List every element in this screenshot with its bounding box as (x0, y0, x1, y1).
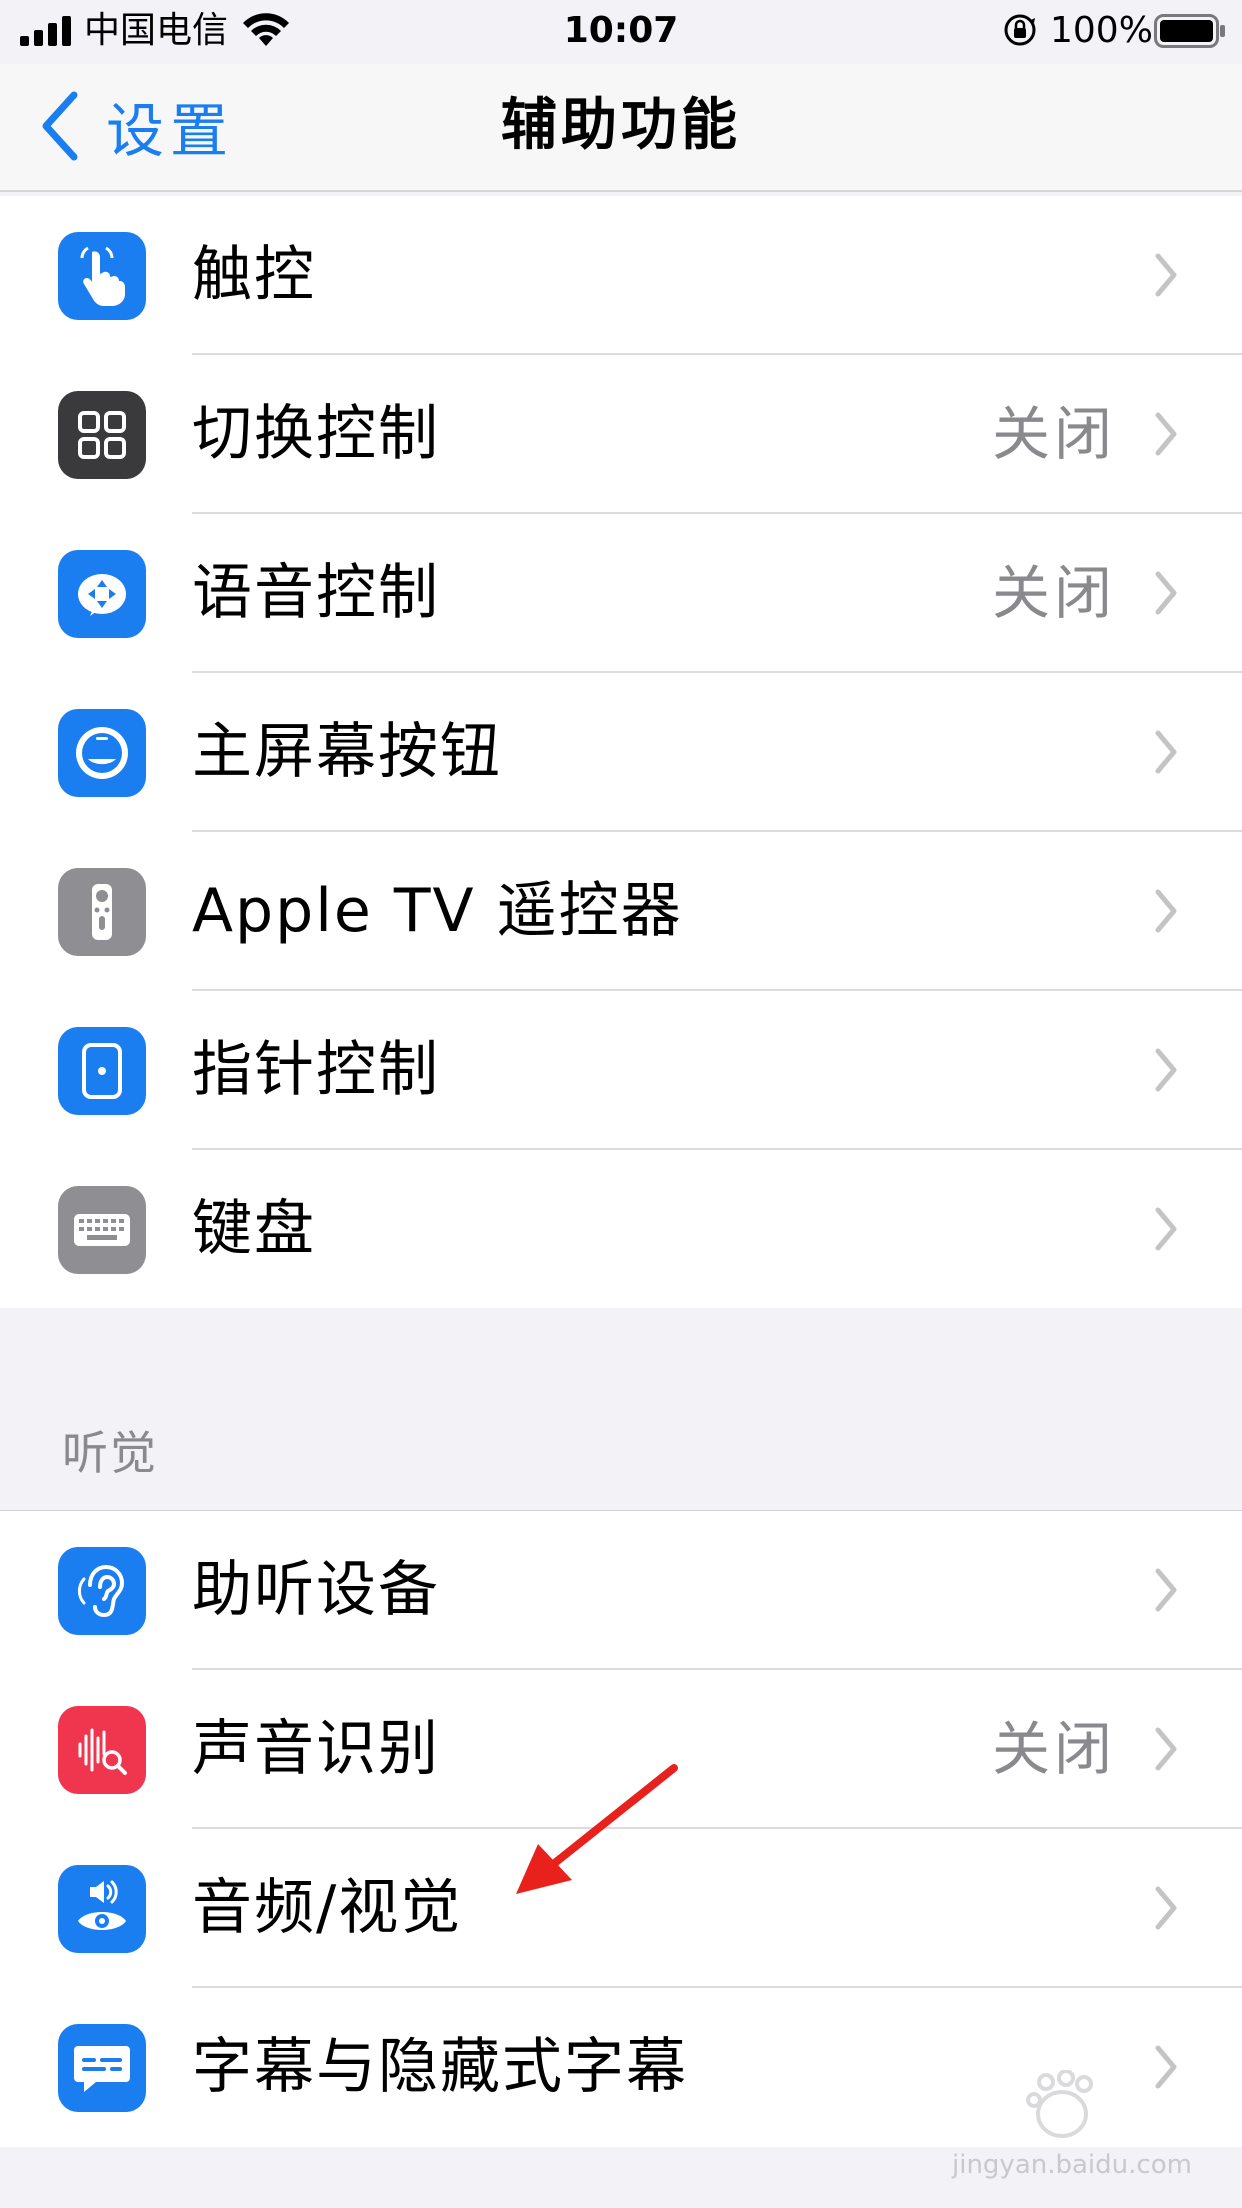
list-item-home-button[interactable]: 主屏幕按钮 (0, 673, 1242, 832)
list-item-label: 触控 (192, 240, 316, 310)
chevron-right-icon (1155, 730, 1177, 774)
section-header-hearing: 听觉 (62, 1426, 158, 1480)
list-item-hearing-devices[interactable]: 助听设备 (0, 1511, 1242, 1670)
list-item-label: Apple TV 遥控器 (192, 876, 683, 946)
keyboard-icon (58, 1186, 146, 1274)
remote-icon (58, 868, 146, 956)
list-item-label: 主屏幕按钮 (192, 717, 502, 787)
list-item-label: 指针控制 (192, 1035, 440, 1105)
list-item-voice-control[interactable]: 语音控制 关闭 (0, 514, 1242, 673)
list-item-apple-tv-remote[interactable]: Apple TV 遥控器 (0, 832, 1242, 991)
home-button-icon (58, 709, 146, 797)
audio-visual-icon (58, 1865, 146, 1953)
battery-icon (1154, 14, 1225, 48)
captions-icon (58, 2024, 146, 2112)
chevron-right-icon (1155, 1568, 1177, 1612)
pointer-icon (58, 1027, 146, 1115)
list-item-switch-control[interactable]: 切换控制 关闭 (0, 355, 1242, 514)
status-bar: 中国电信 10:07 100% (0, 0, 1242, 64)
chevron-right-icon (1155, 889, 1177, 933)
list-item-label: 助听设备 (192, 1555, 440, 1625)
list-item-label: 键盘 (192, 1194, 316, 1264)
list-item-label: 音频/视觉 (192, 1873, 463, 1943)
navigation-bar: 设置 辅助功能 (0, 64, 1242, 192)
physical-motor-group: 触控 切换控制 关闭 语音控制 关闭 主屏幕按钮 Apple TV 遥控器 指针… (0, 196, 1242, 1308)
list-item-label: 语音控制 (192, 558, 440, 628)
list-item-pointer-control[interactable]: 指针控制 (0, 991, 1242, 1150)
chevron-right-icon (1155, 1048, 1177, 1092)
list-item-keyboard[interactable]: 键盘 (0, 1150, 1242, 1309)
chevron-right-icon (1155, 253, 1177, 297)
list-item-value: 关闭 (991, 1715, 1116, 1783)
orientation-lock-icon (1004, 14, 1036, 46)
battery-percent: 100% (1050, 10, 1153, 51)
list-item-touch[interactable]: 触控 (0, 196, 1242, 355)
page-title: 辅助功能 (501, 93, 741, 158)
list-item-value: 关闭 (991, 400, 1116, 468)
list-item-label: 切换控制 (192, 399, 440, 469)
hand-touch-icon (58, 232, 146, 320)
chevron-right-icon (1155, 1886, 1177, 1930)
list-item-label: 字幕与隐藏式字幕 (192, 2032, 688, 2102)
watermark-text: jingyan.baidu.com (952, 2150, 1192, 2180)
voice-control-icon (58, 550, 146, 638)
chevron-right-icon (1155, 571, 1177, 615)
chevron-right-icon (1155, 412, 1177, 456)
annotation-arrow-icon (516, 1764, 678, 1894)
chevron-right-icon (1155, 1207, 1177, 1251)
chevron-right-icon (1155, 1727, 1177, 1771)
list-item-value: 关闭 (991, 559, 1116, 627)
sound-recognition-icon (58, 1706, 146, 1794)
ear-icon (58, 1547, 146, 1635)
grid-icon (58, 391, 146, 479)
screen: 中国电信 10:07 100% 设置 辅助功能 触控 切换控制 关闭 语音控制 … (0, 0, 1242, 2208)
list-item-label: 声音识别 (192, 1714, 440, 1784)
